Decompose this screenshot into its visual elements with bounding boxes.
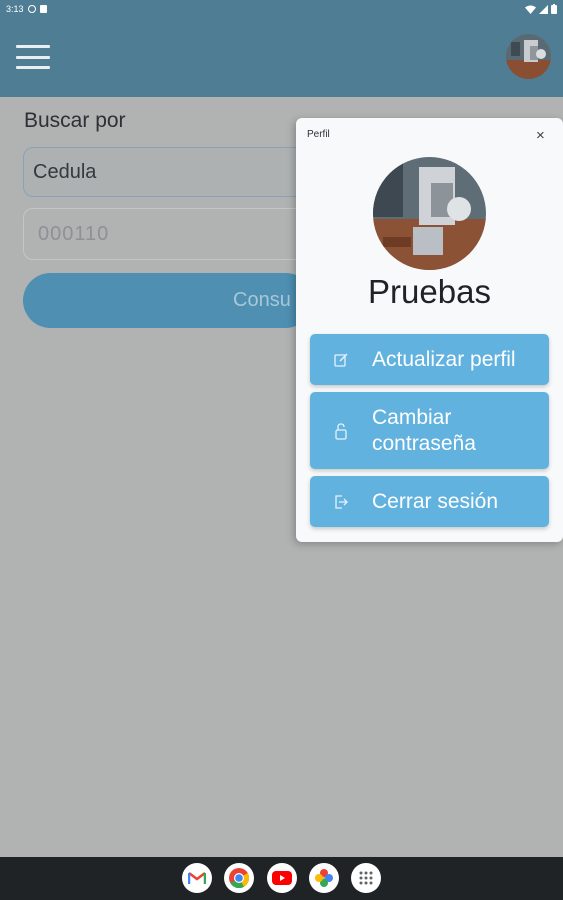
search-input[interactable]: 000110 — [23, 208, 313, 260]
globe-icon — [27, 5, 36, 13]
navigation-bar — [0, 857, 563, 900]
logout-button[interactable]: Cerrar sesión — [310, 476, 549, 527]
profile-panel: Perfil × Pruebas Actualizar perfil Cambi… — [296, 118, 563, 542]
profile-name: Pruebas — [368, 273, 491, 310]
youtube-icon[interactable] — [267, 863, 297, 893]
chrome-icon[interactable] — [224, 863, 254, 893]
gmail-icon[interactable] — [182, 863, 212, 893]
avatar[interactable] — [506, 34, 551, 79]
wifi-icon — [525, 5, 536, 14]
signal-icon — [539, 4, 548, 14]
edit-icon — [310, 352, 372, 368]
app-drawer-icon[interactable] — [351, 863, 381, 893]
update-profile-label: Actualizar perfil — [372, 347, 516, 371]
sim-card-icon — [39, 5, 47, 13]
search-by-label: Buscar por — [24, 109, 126, 132]
menu-icon[interactable] — [16, 45, 50, 69]
app-bar — [0, 18, 563, 97]
lock-icon — [310, 422, 372, 440]
search-type-select[interactable]: Cedula — [23, 147, 313, 197]
profile-avatar — [373, 157, 486, 270]
logout-icon — [310, 494, 372, 510]
status-bar: 3:13 — [0, 0, 563, 18]
change-password-button[interactable]: Cambiar contraseña — [310, 392, 549, 469]
change-password-label: Cambiar contraseña — [372, 405, 476, 455]
close-icon[interactable]: × — [536, 128, 545, 143]
consult-button[interactable]: Consu — [23, 273, 313, 328]
photos-icon[interactable] — [309, 863, 339, 893]
update-profile-button[interactable]: Actualizar perfil — [310, 334, 549, 385]
logout-label: Cerrar sesión — [372, 489, 499, 513]
battery-icon — [551, 4, 557, 14]
panel-title: Perfil — [307, 129, 330, 140]
status-time: 3:13 — [6, 4, 24, 14]
